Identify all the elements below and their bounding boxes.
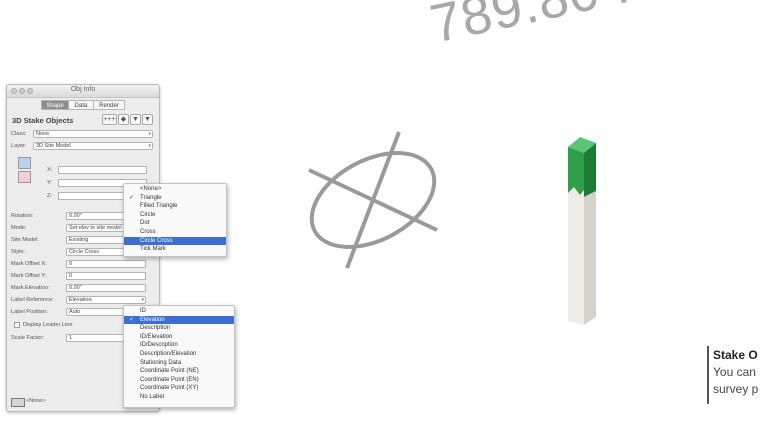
style-menu-item-label: Filled Triangle: [140, 203, 178, 210]
dimension-label: 789.80 m: [425, 0, 666, 55]
label-menu-item-label: Coordinate Point (XY): [140, 385, 199, 392]
reference-point-icon[interactable]: [18, 171, 31, 183]
label-menu-item-label: No Label: [140, 394, 165, 400]
tab-render[interactable]: Render: [93, 100, 125, 110]
mark-offset-y-field[interactable]: 0: [66, 272, 146, 280]
label-menu-item-label: Elevation: [140, 316, 165, 323]
label-menu-item[interactable]: Coordinate Point (EN): [124, 376, 234, 385]
chevron-down-icon: ▾: [141, 297, 144, 303]
style-menu-item[interactable]: Dot: [124, 219, 226, 228]
label-menu-item-label: ID/Description: [140, 342, 178, 349]
style-menu-item-label: Dot: [140, 220, 150, 227]
panel-title: 3D Stake Objects: [12, 116, 74, 125]
layer-label: Layer:: [11, 143, 27, 149]
label-menu-item-label: Description: [140, 325, 171, 332]
caption-title: Stake O: [713, 348, 758, 362]
chevron-down-icon: ▾: [148, 143, 151, 149]
label-menu-item-label: Description/Elevation: [140, 351, 197, 357]
style-menu-item-label: <None>: [140, 186, 162, 192]
title-bar[interactable]: Obj Info: [7, 85, 159, 98]
mode-value: Set elev to site model: [69, 225, 122, 231]
label-menu-item[interactable]: ID/Description: [124, 341, 234, 350]
mode-label: Mode:: [11, 225, 27, 231]
class-label: Class:: [11, 131, 27, 137]
checkmark-icon: ✓: [129, 194, 135, 201]
more-button[interactable]: +++: [102, 114, 117, 125]
x-field[interactable]: [58, 166, 147, 174]
site-model-label: Site Model:: [11, 237, 39, 243]
mark-offset-x-field[interactable]: 0: [66, 260, 146, 268]
label-menu-item[interactable]: Stationing Data: [124, 359, 234, 368]
checkmark-icon: ✓: [129, 316, 135, 323]
window-title: Obj Info: [70, 86, 96, 93]
label-menu-item-label: Coordinate Point (NE): [140, 368, 199, 375]
style-value: Circle Cross: [69, 249, 99, 255]
tab-shape[interactable]: Shape: [41, 100, 69, 110]
fill-swatch[interactable]: [11, 398, 25, 407]
label-menu-item[interactable]: ✓ Elevation: [124, 315, 234, 325]
site-model-value: Existing: [69, 237, 89, 243]
label-menu-item[interactable]: ID/Elevation: [124, 333, 234, 342]
y-label: Y:: [47, 180, 52, 186]
style-menu-item[interactable]: Filled Triangle: [124, 202, 226, 211]
chevron-down-icon[interactable]: ▼: [130, 114, 141, 125]
diamond-icon[interactable]: ◆: [118, 114, 129, 125]
class-value: None: [36, 131, 50, 137]
label-menu-item[interactable]: Description: [124, 324, 234, 333]
label-menu-item-label: Stationing Data: [140, 359, 182, 366]
scale-factor-label: Scale Factor:: [11, 335, 44, 341]
label-menu-item[interactable]: Coordinate Point (XY): [124, 384, 234, 393]
style-menu-item[interactable]: <None>: [124, 185, 226, 194]
bottom-label: <None>: [26, 398, 46, 404]
style-label: Style:: [11, 249, 25, 255]
style-menu-item-label: Triangle: [140, 194, 162, 201]
label-menu: ID ✓ Elevation Description ID/Elevation ID/De…: [123, 305, 235, 408]
display-leader-checkbox[interactable]: [14, 322, 20, 328]
label-menu-item[interactable]: ID: [124, 307, 234, 316]
label-position-label: Label Position:: [11, 309, 48, 315]
caption-bar: [707, 346, 709, 404]
style-menu-item[interactable]: Circle Cross: [124, 236, 226, 246]
label-menu-item-label: Coordinate Point (EN): [140, 376, 199, 383]
layer-select[interactable]: 3D Site Model ▾: [33, 142, 153, 150]
tab-data[interactable]: Data: [68, 100, 94, 110]
label-reference-select[interactable]: Elevation ▾: [66, 296, 146, 304]
label-menu-item[interactable]: No Label: [124, 393, 234, 402]
style-menu-item-label: Circle: [140, 211, 156, 218]
style-menu-item[interactable]: Circle: [124, 211, 226, 220]
x-label: X:: [47, 167, 53, 173]
circle-cross-marker: [308, 131, 438, 269]
label-menu-item-label: ID/Elevation: [140, 333, 173, 340]
mark-offset-y-label: Mark Offset Y:: [11, 273, 47, 279]
style-menu-item-label: Tick Mark: [140, 246, 166, 253]
layer-value: 3D Site Model: [36, 143, 71, 149]
style-menu-item-label: Circle Cross: [140, 237, 173, 244]
stake-object: [568, 137, 596, 325]
style-menu-item-label: Cross: [140, 229, 156, 235]
style-menu: <None> ✓ Triangle Filled Triangle Circle Dot C…: [123, 183, 227, 257]
label-reference-value: Elevation: [69, 297, 92, 303]
label-menu-item-label: ID: [140, 308, 146, 314]
reference-point-icon[interactable]: [18, 157, 31, 169]
chevron-down-icon[interactable]: ▼: [142, 114, 153, 125]
mark-elevation-field[interactable]: 0.00": [66, 284, 146, 292]
label-menu-item[interactable]: Coordinate Point (NE): [124, 367, 234, 376]
chevron-down-icon: ▾: [148, 131, 151, 137]
style-menu-item[interactable]: Cross: [124, 228, 226, 237]
label-position-value: Auto: [69, 309, 81, 315]
mark-elevation-label: Mark Elevation:: [11, 285, 50, 291]
style-menu-item[interactable]: Tick Mark: [124, 245, 226, 254]
caption-line-1: You can: [713, 365, 756, 379]
class-select[interactable]: None ▾: [33, 130, 153, 138]
style-menu-item[interactable]: ✓ Triangle: [124, 194, 226, 203]
mark-offset-x-label: Mark Offset X:: [11, 261, 47, 267]
rotation-label: Rotation:: [11, 213, 34, 219]
caption-line-2: survey p: [713, 382, 759, 396]
z-label: Z:: [47, 193, 52, 199]
display-leader-label: Display Leader Line: [23, 322, 73, 328]
label-reference-label: Label Reference:: [11, 297, 54, 303]
label-menu-item[interactable]: Description/Elevation: [124, 350, 234, 359]
scene-graphics: [308, 131, 438, 269]
